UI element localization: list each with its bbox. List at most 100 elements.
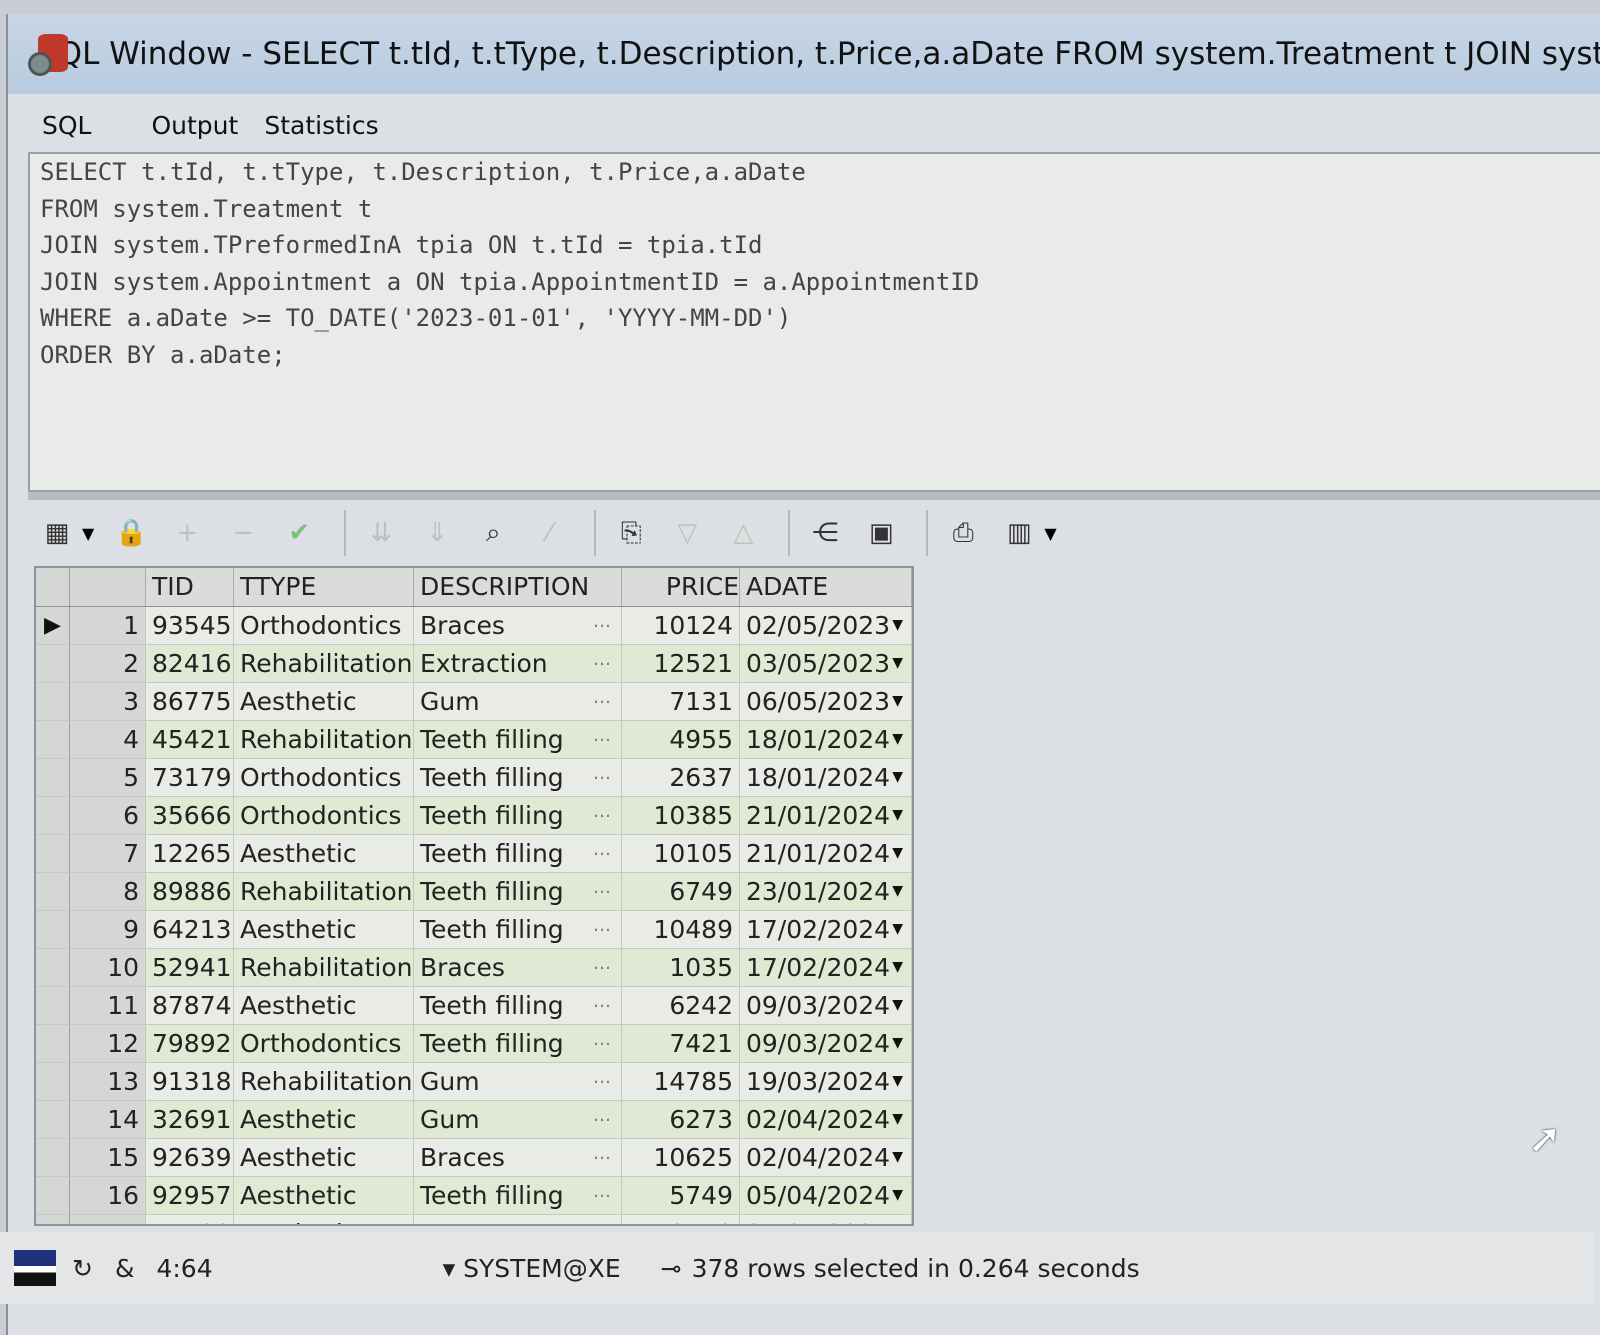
row-indicator[interactable]: [36, 987, 70, 1024]
cell-adate[interactable]: 09/03/2024 ▼: [740, 987, 912, 1024]
column-header-price[interactable]: PRICE: [622, 568, 740, 606]
cell-adate[interactable]: 19/03/2024 ▼: [740, 1063, 912, 1100]
cell-tid[interactable]: 12265: [146, 835, 234, 872]
sql-editor[interactable]: SELECT t.tId, t.tType, t.Description, t.…: [28, 152, 1600, 492]
cell-price[interactable]: 6749: [622, 873, 740, 910]
cell-tid[interactable]: 79892: [146, 1025, 234, 1062]
cell-ttype[interactable]: Aesthetic: [234, 1101, 414, 1138]
date-dropdown-icon[interactable]: ▼: [892, 1215, 903, 1224]
cell-description[interactable]: Braces…: [414, 1139, 622, 1176]
cell-tid[interactable]: 87874: [146, 987, 234, 1024]
tab-sql[interactable]: SQL: [32, 111, 101, 140]
row-indicator[interactable]: [36, 1025, 70, 1062]
table-row[interactable]: ▶ 1 93545 Orthodontics Braces … 10124 02/05/202…: [36, 607, 912, 645]
cell-adate[interactable]: 02/04/2024 ▼: [740, 1139, 912, 1176]
date-dropdown-icon[interactable]: ▼: [892, 797, 903, 834]
cell-adate[interactable]: 03/05/2023 ▼: [740, 645, 912, 682]
ellipsis-button-icon[interactable]: …: [593, 721, 611, 754]
clear-icon[interactable]: ⁄: [526, 510, 572, 556]
date-dropdown-icon[interactable]: ▼: [892, 683, 903, 720]
column-header-description[interactable]: DESCRIPTION: [414, 568, 622, 606]
cell-price[interactable]: 7421: [622, 1025, 740, 1062]
table-row[interactable]: 14 32691 Aesthetic Gum … 6273 02/04/2024 ▼: [36, 1101, 912, 1139]
cell-price[interactable]: 4955: [622, 721, 740, 758]
cell-adate[interactable]: 23/01/2024 ▼: [740, 873, 912, 910]
row-indicator[interactable]: [36, 721, 70, 758]
cell-description[interactable]: Teeth filling…: [414, 797, 622, 834]
cell-price[interactable]: 2637: [622, 759, 740, 796]
ellipsis-button-icon[interactable]: …: [593, 645, 611, 678]
cell-ttype[interactable]: Aesthetic: [234, 1177, 414, 1214]
cell-adate[interactable]: 21/01/2024 ▼: [740, 797, 912, 834]
cell-description[interactable]: Gum…: [414, 1063, 622, 1100]
lock-icon[interactable]: 🔒: [108, 510, 154, 556]
date-dropdown-icon[interactable]: ▼: [892, 949, 903, 986]
cell-price[interactable]: 6273: [622, 1101, 740, 1138]
filter-icon[interactable]: ▽: [664, 510, 710, 556]
row-indicator[interactable]: [36, 873, 70, 910]
cell-adate[interactable]: 17/02/2024 ▼: [740, 949, 912, 986]
tab-statistics[interactable]: Statistics: [254, 111, 388, 140]
cell-description[interactable]: Teeth filling…: [414, 1025, 622, 1062]
cell-ttype[interactable]: Rehabilitation: [234, 1063, 414, 1100]
cell-adate[interactable]: 21/01/2024 ▼: [740, 835, 912, 872]
row-indicator[interactable]: [36, 683, 70, 720]
cell-ttype[interactable]: Aesthetic: [234, 1215, 414, 1224]
ellipsis-button-icon[interactable]: …: [593, 835, 611, 868]
date-dropdown-icon[interactable]: ▼: [892, 873, 903, 910]
refresh-icon[interactable]: ↻: [72, 1254, 93, 1283]
cell-price[interactable]: 10124: [622, 607, 740, 644]
cell-ttype[interactable]: Aesthetic: [234, 1139, 414, 1176]
ellipsis-button-icon[interactable]: …: [593, 911, 611, 944]
table-row[interactable]: 6 35666 Orthodontics Teeth filling … 10385 21/…: [36, 797, 912, 835]
sort-icon[interactable]: △: [720, 510, 766, 556]
cell-ttype[interactable]: Aesthetic: [234, 835, 414, 872]
cell-adate[interactable]: 02/05/2023 ▼: [740, 607, 912, 644]
ellipsis-button-icon[interactable]: …: [593, 1215, 611, 1224]
cell-price[interactable]: 10489: [622, 911, 740, 948]
insert-record-icon[interactable]: +: [164, 510, 210, 556]
cell-description[interactable]: Teeth filling…: [414, 987, 622, 1024]
cell-ttype[interactable]: Orthodontics: [234, 607, 414, 644]
cell-tid[interactable]: 32691: [146, 1101, 234, 1138]
table-row[interactable]: 8 89886 Rehabilitation Teeth filling … 6749 23…: [36, 873, 912, 911]
ellipsis-button-icon[interactable]: …: [593, 1025, 611, 1058]
cell-tid[interactable]: 92639: [146, 1139, 234, 1176]
ellipsis-button-icon[interactable]: …: [593, 987, 611, 1020]
cell-price[interactable]: 5749: [622, 1177, 740, 1214]
cell-price[interactable]: 10385: [622, 797, 740, 834]
cell-ttype[interactable]: Orthodontics: [234, 797, 414, 834]
cell-adate[interactable]: 06/05/2023 ▼: [740, 683, 912, 720]
column-header-tid[interactable]: TID: [146, 568, 234, 606]
row-indicator[interactable]: [36, 949, 70, 986]
cell-tid[interactable]: 73179: [146, 759, 234, 796]
table-row[interactable]: 9 64213 Aesthetic Teeth filling … 10489 17/02/…: [36, 911, 912, 949]
table-row[interactable]: 16 92957 Aesthetic Teeth filling … 5749 05/04/…: [36, 1177, 912, 1215]
cell-tid[interactable]: 64213: [146, 911, 234, 948]
table-row[interactable]: 1775129AestheticBraces…851005/04/2024▼: [36, 1215, 912, 1224]
cell-price[interactable]: 8510: [622, 1215, 740, 1224]
ellipsis-button-icon[interactable]: …: [593, 683, 611, 716]
cell-price[interactable]: 14785: [622, 1063, 740, 1100]
find-icon[interactable]: ⌕: [470, 510, 516, 556]
cell-tid[interactable]: 35666: [146, 797, 234, 834]
ellipsis-button-icon[interactable]: …: [593, 1139, 611, 1172]
editor-grid-splitter[interactable]: [28, 492, 1600, 500]
ellipsis-button-icon[interactable]: …: [593, 949, 611, 982]
cell-tid[interactable]: 93545: [146, 607, 234, 644]
cell-adate[interactable]: 09/03/2024 ▼: [740, 1025, 912, 1062]
result-grid[interactable]: TID TTYPE DESCRIPTION PRICE ADATE ▶ 1 9354…: [34, 566, 914, 1226]
row-indicator[interactable]: [36, 1101, 70, 1138]
cell-tid[interactable]: 45421: [146, 721, 234, 758]
row-indicator[interactable]: [36, 645, 70, 682]
row-indicator[interactable]: [36, 1215, 70, 1224]
table-row[interactable]: 15 92639 Aesthetic Braces … 10625 02/04/2024 ▼: [36, 1139, 912, 1177]
cell-tid[interactable]: 89886: [146, 873, 234, 910]
cell-tid[interactable]: 52941: [146, 949, 234, 986]
row-indicator[interactable]: [36, 797, 70, 834]
cell-description[interactable]: Teeth filling…: [414, 721, 622, 758]
date-dropdown-icon[interactable]: ▼: [892, 1063, 903, 1100]
date-dropdown-icon[interactable]: ▼: [892, 721, 903, 758]
date-dropdown-icon[interactable]: ▼: [892, 987, 903, 1024]
cell-price[interactable]: 1035: [622, 949, 740, 986]
